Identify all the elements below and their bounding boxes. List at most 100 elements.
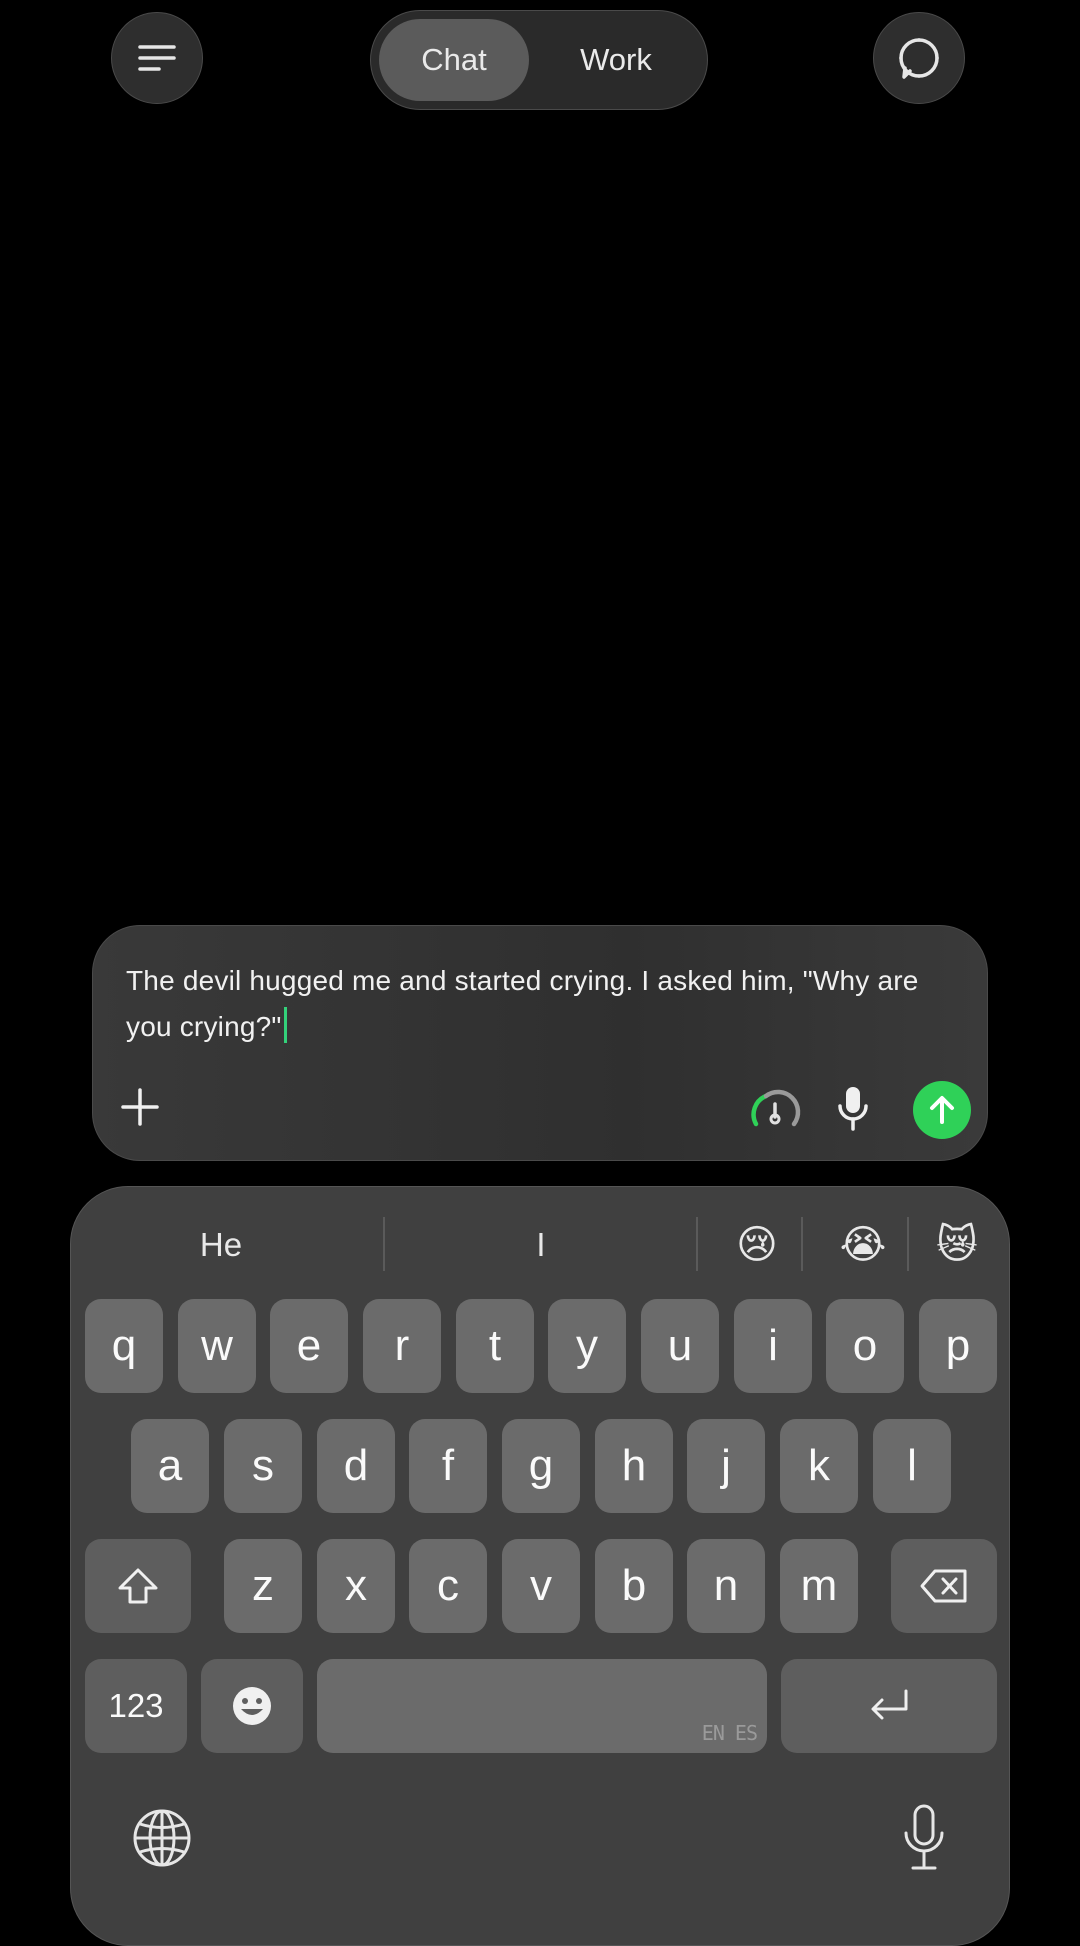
suggestion-divider bbox=[383, 1217, 385, 1271]
new-chat-button[interactable] bbox=[873, 12, 965, 104]
message-composer: The devil hugged me and started crying. … bbox=[92, 925, 988, 1161]
key-label: m bbox=[800, 1561, 838, 1610]
emoji-key[interactable] bbox=[201, 1659, 303, 1753]
new-chat-icon bbox=[899, 38, 939, 79]
text-caret bbox=[283, 1007, 287, 1043]
mode-switch: Chat Work bbox=[370, 10, 708, 110]
key-label: n bbox=[713, 1561, 739, 1610]
speed-button[interactable] bbox=[748, 1086, 802, 1132]
add-attachment-button[interactable] bbox=[117, 1084, 163, 1130]
key-label: d bbox=[343, 1441, 369, 1490]
backspace-key[interactable] bbox=[891, 1539, 997, 1633]
backspace-icon bbox=[920, 1569, 967, 1603]
key-t[interactable]: t bbox=[456, 1299, 534, 1393]
key-r[interactable]: r bbox=[363, 1299, 441, 1393]
key-label: l bbox=[907, 1441, 917, 1490]
key-label: v bbox=[530, 1561, 552, 1610]
key-f[interactable]: f bbox=[409, 1419, 487, 1513]
key-m[interactable]: m bbox=[780, 1539, 858, 1633]
tab-chat[interactable]: Chat bbox=[379, 19, 529, 101]
key-label: h bbox=[621, 1441, 647, 1490]
send-button[interactable] bbox=[913, 1081, 971, 1139]
globe-button[interactable] bbox=[131, 1807, 193, 1869]
menu-button[interactable] bbox=[111, 12, 203, 104]
key-d[interactable]: d bbox=[317, 1419, 395, 1513]
plus-icon bbox=[121, 1088, 159, 1126]
emoji-text: 😿 bbox=[936, 1223, 978, 1267]
tab-work-label: Work bbox=[580, 42, 652, 77]
key-label: q bbox=[111, 1321, 137, 1370]
suggestion-divider bbox=[801, 1217, 803, 1271]
suggestion-i[interactable]: I bbox=[401, 1215, 681, 1275]
key-c[interactable]: c bbox=[409, 1539, 487, 1633]
gauge-icon bbox=[751, 1089, 801, 1127]
suggestion-he[interactable]: He bbox=[111, 1215, 331, 1275]
emoji-suggestion-crying-cat[interactable]: 😿 bbox=[917, 1215, 997, 1275]
key-y[interactable]: y bbox=[548, 1299, 626, 1393]
key-v[interactable]: v bbox=[502, 1539, 580, 1633]
key-label: x bbox=[345, 1561, 367, 1610]
key-n[interactable]: n bbox=[687, 1539, 765, 1633]
arrow-up-icon bbox=[930, 1096, 954, 1124]
return-key[interactable] bbox=[781, 1659, 997, 1753]
suggestion-divider bbox=[696, 1217, 698, 1271]
key-z[interactable]: z bbox=[224, 1539, 302, 1633]
key-label: j bbox=[721, 1441, 731, 1490]
key-a[interactable]: a bbox=[131, 1419, 209, 1513]
key-label: u bbox=[667, 1321, 693, 1370]
key-label: g bbox=[528, 1441, 554, 1490]
key-label: r bbox=[394, 1321, 410, 1370]
numbers-key[interactable]: 123 bbox=[85, 1659, 187, 1753]
key-label: s bbox=[252, 1441, 274, 1490]
key-b[interactable]: b bbox=[595, 1539, 673, 1633]
key-label: c bbox=[437, 1561, 459, 1610]
key-label: e bbox=[296, 1321, 322, 1370]
key-k[interactable]: k bbox=[780, 1419, 858, 1513]
key-label: f bbox=[441, 1441, 455, 1490]
message-input[interactable]: The devil hugged me and started crying. … bbox=[126, 958, 956, 1050]
suggestion-text: I bbox=[536, 1226, 546, 1263]
microphone-icon bbox=[904, 1804, 944, 1870]
tab-chat-label: Chat bbox=[421, 42, 487, 77]
key-s[interactable]: s bbox=[224, 1419, 302, 1513]
key-l[interactable]: l bbox=[873, 1419, 951, 1513]
message-text: The devil hugged me and started crying. … bbox=[126, 965, 919, 1042]
key-u[interactable]: u bbox=[641, 1299, 719, 1393]
key-label: z bbox=[252, 1561, 274, 1610]
key-j[interactable]: j bbox=[687, 1419, 765, 1513]
voice-input-button[interactable] bbox=[835, 1084, 871, 1134]
menu-icon bbox=[138, 45, 176, 71]
key-e[interactable]: e bbox=[270, 1299, 348, 1393]
key-g[interactable]: g bbox=[502, 1419, 580, 1513]
emoji-suggestion-sobbing[interactable]: 😭 bbox=[813, 1215, 913, 1275]
key-label: y bbox=[576, 1321, 598, 1370]
key-q[interactable]: q bbox=[85, 1299, 163, 1393]
dictation-button[interactable] bbox=[901, 1803, 947, 1873]
emoji-suggestion-crying[interactable]: 😢 bbox=[707, 1215, 807, 1275]
shift-key[interactable] bbox=[85, 1539, 191, 1633]
key-label: k bbox=[808, 1441, 830, 1490]
suggestion-text: He bbox=[199, 1226, 243, 1263]
key-label: w bbox=[201, 1321, 233, 1370]
key-h[interactable]: h bbox=[595, 1419, 673, 1513]
space-language-label: EN ES bbox=[701, 1721, 758, 1745]
key-i[interactable]: i bbox=[734, 1299, 812, 1393]
shift-icon bbox=[118, 1568, 158, 1604]
key-label: i bbox=[768, 1321, 778, 1370]
microphone-icon bbox=[838, 1087, 868, 1131]
key-label: p bbox=[945, 1321, 971, 1370]
key-p[interactable]: p bbox=[919, 1299, 997, 1393]
key-label: t bbox=[488, 1321, 502, 1370]
suggestion-divider bbox=[907, 1217, 909, 1271]
emoji-text: 😭 bbox=[839, 1223, 887, 1267]
space-key[interactable]: EN ES bbox=[317, 1659, 767, 1753]
key-o[interactable]: o bbox=[826, 1299, 904, 1393]
key-label: o bbox=[852, 1321, 878, 1370]
numbers-key-label: 123 bbox=[108, 1687, 164, 1724]
tab-work[interactable]: Work bbox=[541, 19, 691, 101]
key-label: a bbox=[157, 1441, 183, 1490]
key-w[interactable]: w bbox=[178, 1299, 256, 1393]
key-x[interactable]: x bbox=[317, 1539, 395, 1633]
emoji-icon bbox=[233, 1687, 271, 1725]
globe-icon bbox=[133, 1809, 191, 1867]
